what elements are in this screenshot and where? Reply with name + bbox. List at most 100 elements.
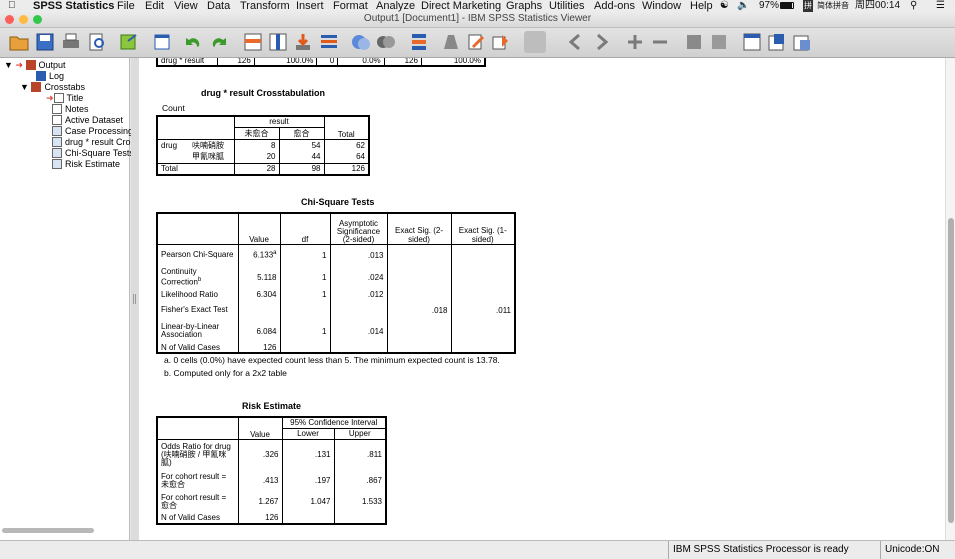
chi-square-table[interactable]: Value df Asymptotic Significance (2-side…: [156, 212, 516, 354]
goto-variable-icon[interactable]: [267, 31, 289, 53]
menu-window[interactable]: Window: [642, 0, 681, 12]
wifi-icon[interactable]: ☯: [720, 0, 729, 12]
app-menu[interactable]: SPSS Statistics: [33, 0, 114, 12]
value-text: 6.133: [253, 251, 274, 261]
chart-icon[interactable]: [375, 31, 397, 53]
select-cases-icon[interactable]: [465, 31, 487, 53]
menu-insert[interactable]: Insert: [296, 0, 324, 12]
collapse-icon[interactable]: [649, 31, 671, 53]
disclosure-triangle-icon[interactable]: ▼: [20, 82, 29, 92]
volume-icon[interactable]: 🔈: [737, 0, 749, 12]
export-icon[interactable]: [118, 31, 140, 53]
hide-icon[interactable]: [708, 31, 730, 53]
table-cell: 8: [271, 140, 276, 150]
weight-cases-icon[interactable]: [440, 31, 462, 53]
undo-icon[interactable]: [182, 31, 204, 53]
insert-heading-icon[interactable]: [741, 31, 763, 53]
insert-text-icon[interactable]: [791, 31, 813, 53]
row-header: Pearson Chi-Square: [157, 244, 239, 266]
save-icon[interactable]: [34, 31, 56, 53]
outline-item-risk-estimate[interactable]: Risk Estimate: [52, 159, 120, 170]
table-cell: 5.118: [257, 272, 277, 282]
value-labels-icon[interactable]: [490, 31, 512, 53]
split-file-icon[interactable]: [408, 31, 430, 53]
chart-builder-icon[interactable]: [350, 31, 372, 53]
menu-analyze[interactable]: Analyze: [376, 0, 415, 12]
row-header: Fisher's Exact Test: [157, 300, 239, 320]
menu-view[interactable]: View: [174, 0, 198, 12]
notification-center-icon[interactable]: ☰: [936, 0, 945, 12]
redo-icon[interactable]: [208, 31, 230, 53]
menu-bar:  SPSS Statistics File Edit View Data Tr…: [0, 0, 955, 12]
menu-direct-marketing[interactable]: Direct Marketing: [421, 0, 501, 12]
content-vertical-scrollbar[interactable]: [945, 58, 955, 540]
apple-menu-icon[interactable]: : [8, 0, 16, 12]
outline-item-case-processing[interactable]: Case Processing: [52, 126, 133, 137]
insert-title-icon[interactable]: [766, 31, 788, 53]
outline-root[interactable]: ▼ ➜ Output: [4, 60, 66, 71]
outline-item-crosstab[interactable]: drug * result Cro: [52, 137, 131, 148]
table-corner: [157, 116, 235, 140]
table-row: For cohort result = 未愈合 .413 .197 .867: [157, 470, 386, 491]
crosstab-table[interactable]: result Total 未愈合 愈合 drug 呋喃硝胺 8 54 62 甲氰…: [156, 115, 370, 176]
outline-item-chi-square[interactable]: Chi-Square Tests: [52, 148, 134, 159]
risk-estimate-table[interactable]: Value 95% Confidence Interval Lower Uppe…: [156, 416, 387, 525]
table-cell: [157, 151, 189, 163]
menu-graphs[interactable]: Graphs: [506, 0, 542, 12]
table-row: Linear-by-Linear Association 6.084 1 .01…: [157, 320, 515, 342]
table-row: Value df Asymptotic Significance (2-side…: [157, 213, 515, 244]
print-preview-icon[interactable]: [86, 31, 108, 53]
import-icon[interactable]: [292, 31, 314, 53]
menu-utilities[interactable]: Utilities: [549, 0, 584, 12]
table-cell: 62: [323, 139, 369, 151]
menu-transform[interactable]: Transform: [240, 0, 290, 12]
table-cell: .012: [329, 288, 387, 300]
goto-case-icon[interactable]: [242, 31, 264, 53]
table-icon: [52, 126, 62, 136]
menu-help[interactable]: Help: [690, 0, 713, 12]
column-header: df: [279, 213, 330, 244]
table-icon: [52, 137, 62, 147]
battery-percent[interactable]: 97%: [759, 0, 779, 12]
pane-divider[interactable]: [131, 58, 139, 540]
spotlight-icon[interactable]: ⚲: [910, 0, 917, 12]
table-cell: 126: [383, 58, 422, 66]
menu-addons[interactable]: Add-ons: [594, 0, 635, 12]
input-method-icon[interactable]: 拼: [803, 0, 813, 12]
table-cell: 28: [266, 164, 276, 174]
menu-file[interactable]: File: [117, 0, 135, 12]
table-cell: [386, 266, 451, 288]
print-icon[interactable]: [60, 31, 82, 53]
battery-icon: [780, 2, 794, 9]
recall-dialog-icon[interactable]: [152, 31, 174, 53]
outline-item-notes[interactable]: Notes: [52, 104, 89, 115]
open-icon[interactable]: [8, 31, 30, 53]
row-header: Total: [157, 163, 235, 175]
table-row: drug * result 126 100.0% 0 0.0% 126 100.…: [157, 58, 485, 66]
notes-icon: [52, 104, 62, 114]
column-header: Value: [249, 234, 269, 244]
menu-format[interactable]: Format: [333, 0, 368, 12]
spellcheck-icon[interactable]: [524, 31, 546, 53]
outline-item-title[interactable]: ➜ Title: [46, 93, 83, 104]
outline-item-log[interactable]: Log: [36, 71, 64, 82]
outline-horizontal-scrollbar[interactable]: [2, 528, 94, 533]
table-cell: 1: [279, 266, 330, 288]
table-cell: 1: [279, 244, 330, 266]
input-method-label[interactable]: 简体拼音: [817, 0, 849, 12]
table-cell: .413: [262, 476, 279, 485]
previous-icon[interactable]: [565, 31, 587, 53]
disclosure-triangle-icon[interactable]: ▼: [4, 60, 13, 70]
show-icon[interactable]: [683, 31, 705, 53]
outline-item-active-dataset[interactable]: Active Dataset: [52, 115, 123, 126]
outline-item-crosstabs[interactable]: ▼ Crosstabs: [20, 82, 85, 93]
menu-edit[interactable]: Edit: [145, 0, 164, 12]
table-row: Continuity Correctionb 5.118 1 .024: [157, 266, 515, 288]
menu-data[interactable]: Data: [207, 0, 230, 12]
scrollbar-thumb[interactable]: [948, 218, 954, 523]
next-icon[interactable]: [590, 31, 612, 53]
table-cell: .197: [281, 470, 334, 491]
expand-icon[interactable]: [624, 31, 646, 53]
menubar-clock[interactable]: 周四00:14: [855, 0, 900, 12]
variables-icon[interactable]: [318, 31, 340, 53]
